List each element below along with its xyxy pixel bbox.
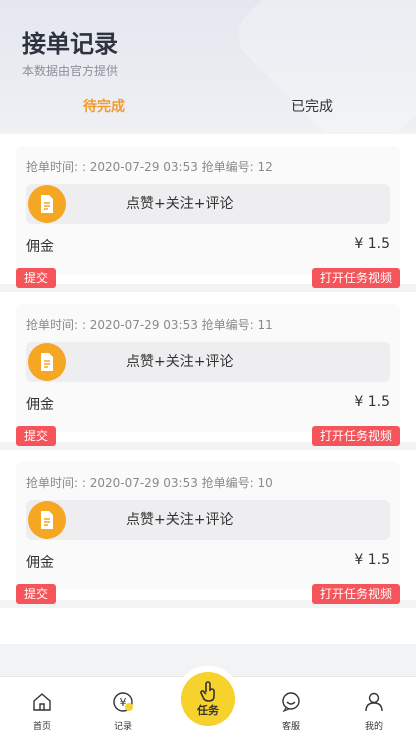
open-video-button[interactable]: 打开任务视频 <box>311 584 400 604</box>
home-icon <box>33 693 51 711</box>
commission-row: 佣金 ¥ 1.5 <box>26 394 390 416</box>
tab-records-label: 记录 <box>113 722 132 732</box>
hand-touch-icon <box>200 681 215 702</box>
tab-mine-label: 我的 <box>364 722 383 732</box>
page-subtitle: 本数据由官方提供 <box>22 64 119 78</box>
submit-button[interactable]: 提交 <box>16 584 57 604</box>
tab-home-label: 首页 <box>32 722 51 732</box>
center-task-button[interactable]: 任务 <box>181 672 235 726</box>
document-icon <box>28 501 66 539</box>
document-icon <box>28 343 66 381</box>
task-name: 点赞+关注+评论 <box>126 354 234 370</box>
submit-button[interactable]: 提交 <box>16 426 57 446</box>
chat-bubble-icon <box>282 692 300 713</box>
commission-amount: ¥ 1.5 <box>354 552 390 568</box>
commission-row: 佣金 ¥ 1.5 <box>26 552 390 574</box>
order-meta: 抢单时间: : 2020-07-29 03:53 抢单编号: 11 <box>26 318 273 332</box>
open-video-button[interactable]: 打开任务视频 <box>311 426 400 446</box>
center-task-label: 任务 <box>197 704 219 717</box>
task-name: 点赞+关注+评论 <box>126 196 234 212</box>
task-row: 点赞+关注+评论 <box>26 184 390 224</box>
svg-text:¥: ¥ <box>120 696 127 709</box>
action-row: 提交 打开任务视频 <box>16 426 400 446</box>
action-row: 提交 打开任务视频 <box>16 584 400 604</box>
commission-label: 佣金 <box>26 555 54 571</box>
list-item: 抢单时间: : 2020-07-29 03:53 抢单编号: 11 点赞+关注+… <box>0 292 416 446</box>
tab-pending[interactable]: 待完成 <box>0 96 208 116</box>
order-meta: 抢单时间: : 2020-07-29 03:53 抢单编号: 10 <box>26 476 273 490</box>
tab-home[interactable]: 首页 <box>12 691 72 732</box>
commission-row: 佣金 ¥ 1.5 <box>26 236 390 258</box>
task-name: 点赞+关注+评论 <box>126 512 234 528</box>
order-card: 抢单时间: : 2020-07-29 03:53 抢单编号: 10 点赞+关注+… <box>16 458 400 604</box>
list-item: 抢单时间: : 2020-07-29 03:53 抢单编号: 10 点赞+关注+… <box>0 450 416 604</box>
yen-coin-icon: ¥ <box>113 692 133 712</box>
list-footer-space <box>0 608 416 644</box>
tab-mine[interactable]: 我的 <box>344 691 404 732</box>
action-row: 提交 打开任务视频 <box>16 268 400 288</box>
user-icon <box>365 692 383 712</box>
open-video-button[interactable]: 打开任务视频 <box>311 268 400 288</box>
tab-completed[interactable]: 已完成 <box>208 96 416 116</box>
page-title: 接单记录 <box>22 30 118 58</box>
tab-records[interactable]: ¥ 记录 <box>93 691 153 732</box>
document-icon <box>28 185 66 223</box>
commission-amount: ¥ 1.5 <box>354 236 390 252</box>
task-row: 点赞+关注+评论 <box>26 500 390 540</box>
order-card: 抢单时间: : 2020-07-29 03:53 抢单编号: 12 点赞+关注+… <box>16 142 400 288</box>
header: 接单记录 本数据由官方提供 待完成 已完成 <box>0 0 416 132</box>
submit-button[interactable]: 提交 <box>16 268 57 288</box>
order-card: 抢单时间: : 2020-07-29 03:53 抢单编号: 11 点赞+关注+… <box>16 300 400 446</box>
commission-label: 佣金 <box>26 397 54 413</box>
order-list: 抢单时间: : 2020-07-29 03:53 抢单编号: 12 点赞+关注+… <box>0 134 416 644</box>
tab-service-label: 客服 <box>281 722 300 732</box>
commission-amount: ¥ 1.5 <box>354 394 390 410</box>
order-meta: 抢单时间: : 2020-07-29 03:53 抢单编号: 12 <box>26 160 273 174</box>
commission-label: 佣金 <box>26 239 54 255</box>
tab-service[interactable]: 客服 <box>261 691 321 732</box>
task-row: 点赞+关注+评论 <box>26 342 390 382</box>
list-item: 抢单时间: : 2020-07-29 03:53 抢单编号: 12 点赞+关注+… <box>0 134 416 288</box>
